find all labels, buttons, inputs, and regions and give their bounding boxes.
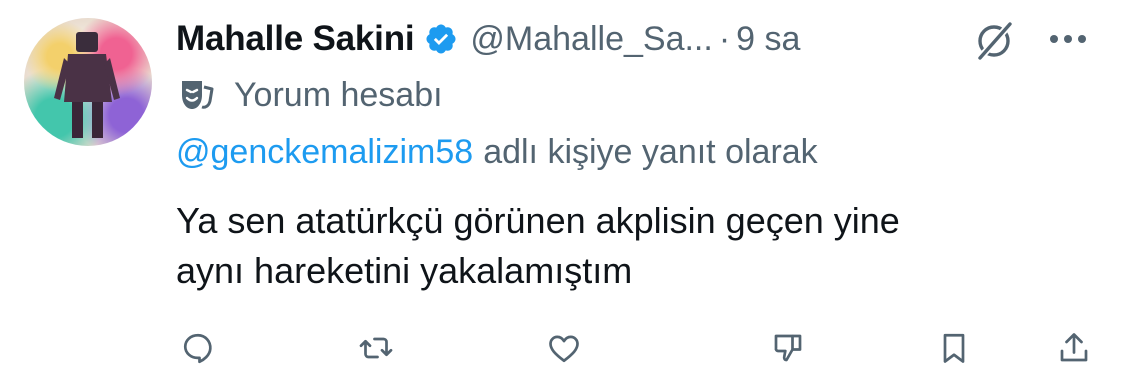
author-display-name[interactable]: Mahalle Sakini [176,19,415,59]
avatar[interactable] [24,18,152,146]
share-button[interactable] [1052,326,1096,370]
author-handle[interactable]: @Mahalle_Sa... [470,20,712,59]
tweet-text: Ya sen atatürkçü görünen akplisin geçen … [176,200,900,291]
dislike-button[interactable] [766,326,810,370]
tweet-card[interactable]: Mahalle Sakini @Mahalle_Sa... · 9 sa Yor… [0,0,1125,375]
avatar-figure-icon [54,32,120,138]
reply-bubble-icon [183,333,212,364]
tweet-header: Mahalle Sakini @Mahalle_Sa... · 9 sa [176,14,800,64]
reply-context: @genckemalizim58 adlı kişiye yanıt olara… [176,126,818,178]
separator-dot: · [718,19,731,58]
thumbs-down-icon [774,334,802,362]
more-options-icon[interactable] [1046,33,1090,45]
retweet-button[interactable] [354,326,398,370]
tweet-actions [176,326,1096,370]
bookmark-button[interactable] [932,326,976,370]
reply-context-suffix: adlı kişiye yanıt olarak [483,132,818,171]
bookmark-icon [943,333,965,363]
retweet-icon [359,337,393,359]
reply-button[interactable] [176,326,220,370]
like-button[interactable] [542,326,586,370]
timestamp[interactable]: 9 sa [736,20,800,59]
share-icon [1060,333,1088,362]
heart-icon [549,335,579,363]
grok-icon[interactable] [972,18,1016,62]
theater-mask-icon [182,81,214,109]
verified-badge-icon [426,24,456,54]
reply-mention-link[interactable]: @genckemalizim58 [176,133,473,172]
account-label-text: Yorum hesabı [234,75,443,114]
account-label: Yorum hesabı [176,70,443,120]
